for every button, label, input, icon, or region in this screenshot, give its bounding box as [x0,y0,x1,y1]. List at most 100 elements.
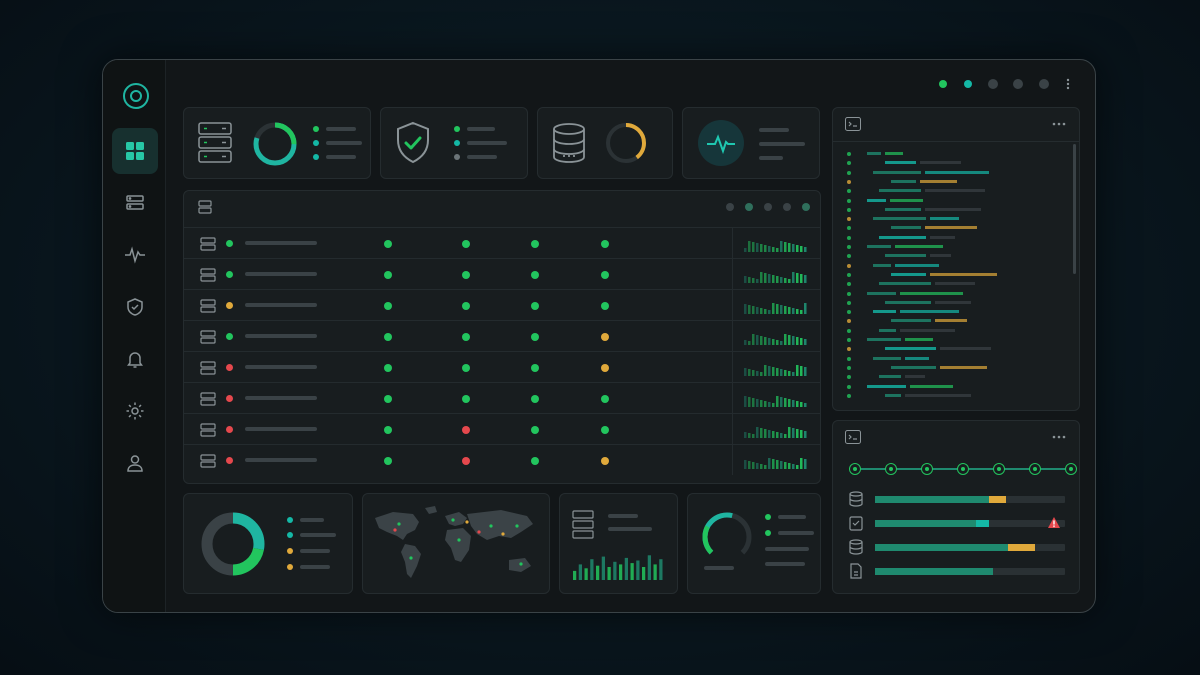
terminal-line [847,319,1062,324]
more-horizontal-icon[interactable] [1052,435,1066,439]
status-dot-gray[interactable] [1013,79,1023,89]
heartbeat-summary-card[interactable] [682,107,820,179]
pipeline-job[interactable] [833,491,1079,507]
terminal-icon[interactable] [845,430,861,444]
sparkline-bar [776,396,779,407]
status-dot-gray[interactable] [1039,79,1049,89]
distribution-donut-card[interactable] [183,493,353,594]
table-row[interactable] [184,444,820,475]
sparkline-bar [768,458,771,469]
header-dot[interactable] [726,203,734,211]
sidebar-item-dashboard[interactable] [112,128,158,174]
pipeline-step[interactable] [885,463,897,475]
database-icon [553,123,585,163]
more-horizontal-icon[interactable] [1052,122,1066,126]
sparkline-bar [788,371,791,376]
throughput-histogram-card[interactable] [559,493,678,594]
sparkline-bar [772,459,775,469]
pipeline-job[interactable] [833,563,1079,579]
header-dot[interactable] [783,203,791,211]
pipeline-step[interactable] [1065,463,1077,475]
sparkline-bar [752,462,755,469]
legend-dot [287,517,293,523]
stat-bar [765,547,809,551]
sidebar-item-settings[interactable] [112,388,158,434]
row-sparkline [744,334,807,345]
sparkline-bar [784,334,787,345]
sparkline-bar [772,367,775,376]
status-dot-green[interactable] [939,80,947,88]
sparkline-bar [768,366,771,376]
row-status-dot [226,457,233,464]
uptime-gauge-card[interactable] [687,493,821,594]
status-dot-teal[interactable] [964,80,972,88]
pipeline-step[interactable] [993,463,1005,475]
terminal-line [847,226,1062,231]
table-row[interactable] [184,320,820,351]
sidebar-item-profile[interactable] [112,440,158,486]
histogram-bar [630,563,634,580]
check-status-dot [384,426,392,434]
header-dot[interactable] [745,203,753,211]
terminal-icon[interactable] [845,117,861,131]
terminal-line [847,375,1062,380]
security-summary-card[interactable] [380,107,528,179]
sparkline-bar [788,427,791,438]
table-row[interactable] [184,413,820,444]
uptime-gauge [702,512,752,562]
sparkline-bar [748,305,751,314]
check-status-dot [601,271,609,279]
servers-summary-card[interactable] [183,107,371,179]
table-row[interactable] [184,258,820,289]
pipeline-step[interactable] [957,463,969,475]
table-row[interactable] [184,289,820,320]
header-dot[interactable] [802,203,810,211]
table-row[interactable] [184,227,820,258]
legend-dot [313,154,319,160]
sparkline-bar [760,372,763,376]
sparkline-bar [772,339,775,345]
status-dot-gray[interactable] [988,79,998,89]
server-icon [200,392,216,406]
sidebar-item-security[interactable] [112,284,158,330]
terminal-line [847,235,1062,240]
terminal-line [847,245,1062,249]
more-vertical-icon[interactable] [1065,78,1071,90]
sidebar-item-alerts[interactable] [112,336,158,382]
pipeline-step[interactable] [921,463,933,475]
check-status-dot [384,271,392,279]
histogram-bar [584,568,588,580]
histogram-bar [636,560,640,580]
pipeline-job[interactable] [833,539,1079,555]
sparkline-bar [756,399,759,407]
check-status-dot [462,364,470,372]
row-status-dot [226,333,233,340]
check-status-dot [531,271,539,279]
sidebar-item-servers[interactable] [112,180,158,226]
database-summary-card[interactable] [537,107,673,179]
terminal-line [847,198,1062,203]
check-status-dot [531,395,539,403]
pipeline-step[interactable] [1029,463,1041,475]
sparkline-bar [768,274,771,283]
terminal-line [847,310,1062,315]
sidebar-item-activity[interactable] [112,232,158,278]
terminal-card [832,107,1080,411]
terminal-scrollbar[interactable] [1073,144,1076,274]
world-map-card[interactable] [362,493,550,594]
legend-dot [454,154,460,160]
histogram-bar [619,564,623,580]
header-dot[interactable] [764,203,772,211]
logo-ring-icon[interactable] [122,82,150,110]
pipeline-job[interactable] [833,515,1079,531]
sparkline-bar [768,310,771,314]
table-row[interactable] [184,382,820,413]
check-status-dot [462,240,470,248]
alert-icon[interactable] [1047,516,1061,529]
table-row[interactable] [184,351,820,382]
sparkline-bar [780,397,783,407]
pipeline-step[interactable] [849,463,861,475]
sparkline-bar [760,464,763,469]
sparkline-bar [760,244,763,252]
legend-bar [467,127,495,131]
